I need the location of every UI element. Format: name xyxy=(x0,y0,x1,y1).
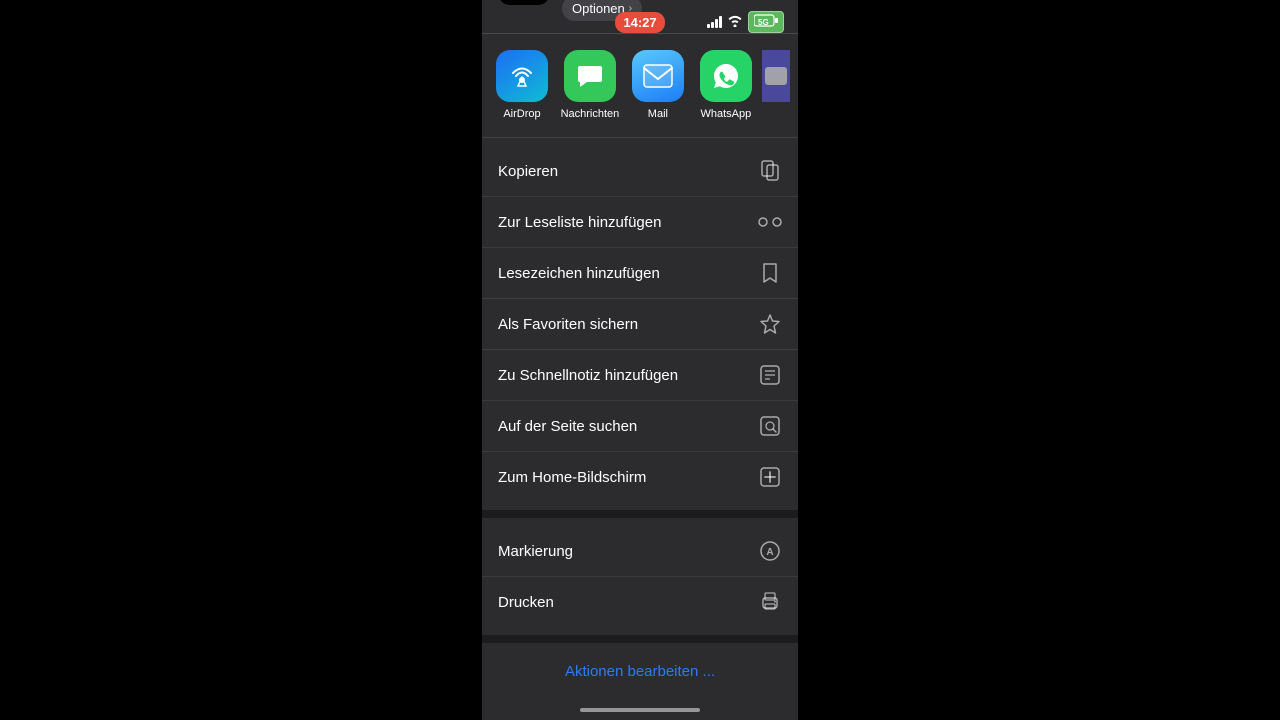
favoriten-label: Als Favoriten sichern xyxy=(498,316,638,333)
menu-item-lesezeichen[interactable]: Lesezeichen hinzufügen xyxy=(482,248,798,299)
menu-item-schnellnotiz[interactable]: Zu Schnellnotiz hinzufügen xyxy=(482,350,798,401)
homescreen-label: Zum Home-Bildschirm xyxy=(498,469,646,486)
star-icon xyxy=(758,312,782,336)
whatsapp-icon xyxy=(700,50,752,102)
share-extra[interactable] xyxy=(762,50,790,121)
menu-item-homescreen[interactable]: Zum Home-Bildschirm xyxy=(482,452,798,502)
time-display: 14:27 xyxy=(615,12,664,33)
airdrop-icon-bg xyxy=(496,50,548,102)
drucken-label: Drucken xyxy=(498,594,554,611)
extra-icon xyxy=(762,50,790,102)
share-whatsapp[interactable]: WhatsApp xyxy=(694,50,758,121)
wifi-icon xyxy=(727,15,743,30)
share-sheet: ChatGPT chat.openai.com Optionen › × xyxy=(482,0,798,720)
messages-label: Nachrichten xyxy=(561,108,620,121)
whatsapp-label: WhatsApp xyxy=(700,108,751,121)
share-airdrop[interactable]: AirDrop xyxy=(490,50,554,121)
schnellnotiz-label: Zu Schnellnotiz hinzufügen xyxy=(498,367,678,384)
status-bar: 14:27 5G xyxy=(480,0,800,44)
section-divider-2 xyxy=(482,635,798,643)
section-divider-1 xyxy=(482,510,798,518)
menu-item-markierung[interactable]: Markierung A xyxy=(482,526,798,577)
suchen-label: Auf der Seite suchen xyxy=(498,418,637,435)
copy-icon xyxy=(758,159,782,183)
home-bar xyxy=(580,708,700,712)
print-icon xyxy=(758,590,782,614)
reading-list-icon xyxy=(758,210,782,234)
menu-section-2: Markierung A Drucken xyxy=(482,526,798,627)
menu-item-drucken[interactable]: Drucken xyxy=(482,577,798,627)
markierung-label: Markierung xyxy=(498,543,573,560)
bookmark-icon xyxy=(758,261,782,285)
menu-item-favoriten[interactable]: Als Favoriten sichern xyxy=(482,299,798,350)
edit-actions-link[interactable]: Aktionen bearbeiten ... xyxy=(482,651,798,692)
svg-text:A: A xyxy=(766,547,773,558)
menu-item-suchen[interactable]: Auf der Seite suchen xyxy=(482,401,798,452)
menu-item-kopieren[interactable]: Kopieren xyxy=(482,146,798,197)
kopieren-label: Kopieren xyxy=(498,163,558,180)
share-mail[interactable]: Mail xyxy=(626,50,690,121)
app-share-row: AirDrop Nachrichten xyxy=(482,34,798,138)
messages-icon xyxy=(564,50,616,102)
mail-label: Mail xyxy=(648,108,668,121)
svg-text:5G: 5G xyxy=(758,18,769,27)
menu-item-leseliste[interactable]: Zur Leseliste hinzufügen xyxy=(482,197,798,248)
bottom-section: Aktionen bearbeiten ... xyxy=(482,643,798,700)
airdrop-label: AirDrop xyxy=(503,108,540,121)
lesezeichen-label: Lesezeichen hinzufügen xyxy=(498,265,660,282)
signal-icon xyxy=(707,16,722,28)
menu-section-1: Kopieren Zur Leseliste hinzufügen xyxy=(482,146,798,502)
battery-icon: 5G xyxy=(748,11,784,33)
add-home-icon xyxy=(758,465,782,489)
note-icon xyxy=(758,363,782,387)
markup-icon: A xyxy=(758,539,782,563)
status-icons: 5G xyxy=(707,11,784,33)
mail-icon xyxy=(632,50,684,102)
share-messages[interactable]: Nachrichten xyxy=(558,50,622,121)
home-indicator xyxy=(482,700,798,720)
leseliste-label: Zur Leseliste hinzufügen xyxy=(498,214,661,231)
search-page-icon xyxy=(758,414,782,438)
